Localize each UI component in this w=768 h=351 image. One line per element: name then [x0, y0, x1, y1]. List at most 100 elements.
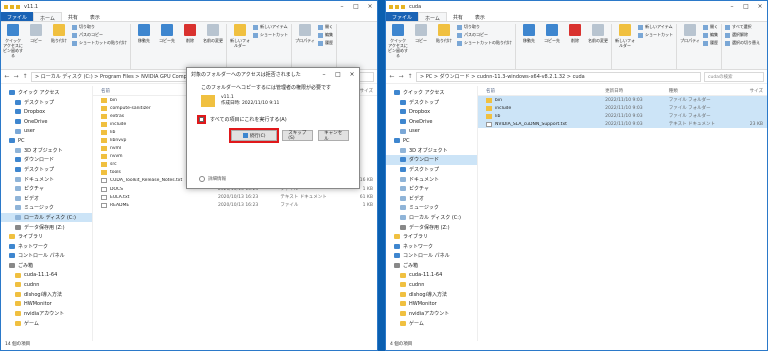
tab-home[interactable]: ホーム — [418, 12, 447, 22]
nav-item[interactable]: ビデオ — [1, 194, 92, 204]
copy-path-button[interactable]: パスのコピー — [72, 32, 127, 38]
tab-file[interactable]: ファイル — [386, 12, 419, 21]
nav-item[interactable]: ゲーム — [386, 318, 477, 328]
apply-all-checkbox[interactable] — [197, 115, 206, 124]
column-name[interactable]: 名前 — [478, 88, 605, 94]
paste-shortcut-button[interactable]: ショートカットの貼り付け — [72, 40, 127, 46]
select-all-button[interactable]: すべて選択 — [725, 24, 760, 30]
nav-item[interactable]: デスクトップ — [386, 98, 477, 108]
nav-item[interactable]: dlshogi導入方法 — [1, 289, 92, 299]
move-to-button[interactable]: 移動先 — [519, 24, 539, 43]
nav-item[interactable]: ダウンロード — [386, 155, 477, 165]
nav-item[interactable]: nvidiaアカウント — [1, 309, 92, 319]
tab-file[interactable]: ファイル — [1, 12, 34, 21]
tab-view[interactable]: 表示 — [469, 12, 491, 21]
cut-button[interactable]: 切り取り — [457, 24, 512, 30]
delete-button[interactable]: 削除 — [565, 24, 585, 43]
nav-item[interactable]: PC — [1, 136, 92, 146]
file-row[interactable]: include 2022/11/10 9:03 ファイル フォルダー — [478, 104, 767, 113]
column-date[interactable]: 更新日時 — [605, 88, 669, 94]
paste-shortcut-button[interactable]: ショートカットの貼り付け — [457, 40, 512, 46]
back-icon[interactable]: ← — [4, 73, 10, 80]
nav-item[interactable]: cuda-11.1-64 — [1, 270, 92, 280]
nav-item[interactable]: データ保存用 (Z:) — [1, 222, 92, 232]
close-icon[interactable]: × — [363, 3, 377, 10]
nav-item[interactable]: HWMonitor — [386, 299, 477, 309]
edit-button[interactable]: 編集 — [703, 32, 718, 38]
select-none-button[interactable]: 選択解除 — [725, 32, 760, 38]
nav-item[interactable]: HWMonitor — [1, 299, 92, 309]
pin-button[interactable]: クイック アクセスにピン留めする — [388, 24, 408, 58]
nav-item[interactable]: ミュージック — [1, 203, 92, 213]
nav-item[interactable]: ネットワーク — [386, 242, 477, 252]
nav-item[interactable]: OneDrive — [1, 117, 92, 127]
invert-selection-button[interactable]: 選択の切り替え — [725, 40, 760, 46]
new-item-button[interactable]: 新しいアイテム — [253, 24, 288, 30]
quick-access-toolbar[interactable] — [4, 4, 20, 9]
cut-button[interactable]: 切り取り — [72, 24, 127, 30]
continue-button[interactable]: 続行(C) — [228, 128, 280, 143]
tab-view[interactable]: 表示 — [84, 12, 106, 21]
nav-item[interactable]: ダウンロード — [1, 155, 92, 165]
quick-access-toolbar[interactable] — [389, 4, 405, 9]
nav-item[interactable]: ネットワーク — [1, 242, 92, 252]
nav-item[interactable]: デスクトップ — [1, 165, 92, 175]
nav-item[interactable]: ピクチャ — [1, 184, 92, 194]
nav-item[interactable]: cudnn — [1, 280, 92, 290]
copy-path-button[interactable]: パスのコピー — [457, 32, 512, 38]
maximize-icon[interactable]: □ — [349, 3, 363, 10]
nav-item[interactable]: ごみ箱 — [386, 261, 477, 271]
nav-item[interactable]: nvidiaアカウント — [386, 309, 477, 319]
open-button[interactable]: 開く — [318, 24, 333, 30]
properties-button[interactable]: プロパティ — [295, 24, 315, 43]
new-item-button[interactable]: 新しいアイテム — [638, 24, 673, 30]
nav-item[interactable]: ライブラリ — [386, 232, 477, 242]
column-size[interactable]: サイズ — [724, 88, 767, 94]
delete-button[interactable]: 削除 — [180, 24, 200, 43]
forward-icon[interactable]: → — [13, 73, 19, 80]
nav-item[interactable]: ピクチャ — [386, 184, 477, 194]
file-row[interactable]: lib 2022/11/10 9:03 ファイル フォルダー — [478, 112, 767, 121]
nav-item[interactable]: ビデオ — [386, 194, 477, 204]
file-row[interactable]: EULA.txt 2020/10/13 16:23 テキスト ドキュメント 61 KB — [93, 193, 377, 201]
rename-button[interactable]: 名前の変更 — [203, 24, 223, 43]
skip-button[interactable]: スキップ(S) — [282, 130, 314, 141]
dialog-minimize-icon[interactable]: – — [317, 71, 331, 78]
properties-button[interactable]: プロパティ — [680, 24, 700, 43]
paste-button[interactable]: 貼り付け — [49, 24, 69, 43]
copy-to-button[interactable]: コピー先 — [542, 24, 562, 43]
paste-button[interactable]: 貼り付け — [434, 24, 454, 43]
nav-item[interactable]: コントロール パネル — [1, 251, 92, 261]
forward-icon[interactable]: → — [398, 73, 404, 80]
minimize-icon[interactable]: – — [725, 3, 739, 10]
nav-item[interactable]: ミュージック — [386, 203, 477, 213]
edit-button[interactable]: 編集 — [318, 32, 333, 38]
nav-item[interactable]: Dropbox — [1, 107, 92, 117]
nav-item[interactable]: 3D オブジェクト — [1, 146, 92, 156]
file-row[interactable]: NVIDIA_SLA_cuDNN_Support.txt 2022/11/10 9… — [478, 120, 767, 129]
details-toggle[interactable]: 詳細情報 — [199, 176, 226, 182]
column-type[interactable]: 種類 — [669, 88, 724, 94]
history-button[interactable]: 履歴 — [703, 40, 718, 46]
open-button[interactable]: 開く — [703, 24, 718, 30]
copy-button[interactable]: コピー — [411, 24, 431, 43]
copy-button[interactable]: コピー — [26, 24, 46, 43]
easy-access-button[interactable]: ショートカット — [638, 32, 673, 38]
nav-item[interactable]: ローカル ディスク (C:) — [1, 212, 92, 223]
nav-item[interactable]: ドキュメント — [1, 174, 92, 184]
up-icon[interactable]: ↑ — [22, 73, 28, 80]
move-to-button[interactable]: 移動先 — [134, 24, 154, 43]
nav-item[interactable]: コントロール パネル — [386, 251, 477, 261]
nav-item[interactable]: user — [386, 126, 477, 136]
tab-share[interactable]: 共有 — [62, 12, 84, 21]
close-icon[interactable]: × — [753, 3, 767, 10]
up-icon[interactable]: ↑ — [407, 73, 413, 80]
nav-item[interactable]: クイック アクセス — [386, 88, 477, 98]
nav-item[interactable]: ローカル ディスク (C:) — [386, 213, 477, 223]
nav-item[interactable]: dlshogi導入方法 — [386, 289, 477, 299]
nav-item[interactable]: cudnn — [386, 280, 477, 290]
nav-item[interactable]: 3D オブジェクト — [386, 146, 477, 156]
nav-item[interactable]: ライブラリ — [1, 232, 92, 242]
dialog-maximize-icon[interactable]: □ — [331, 71, 345, 78]
cancel-button[interactable]: キャンセル — [318, 130, 349, 142]
